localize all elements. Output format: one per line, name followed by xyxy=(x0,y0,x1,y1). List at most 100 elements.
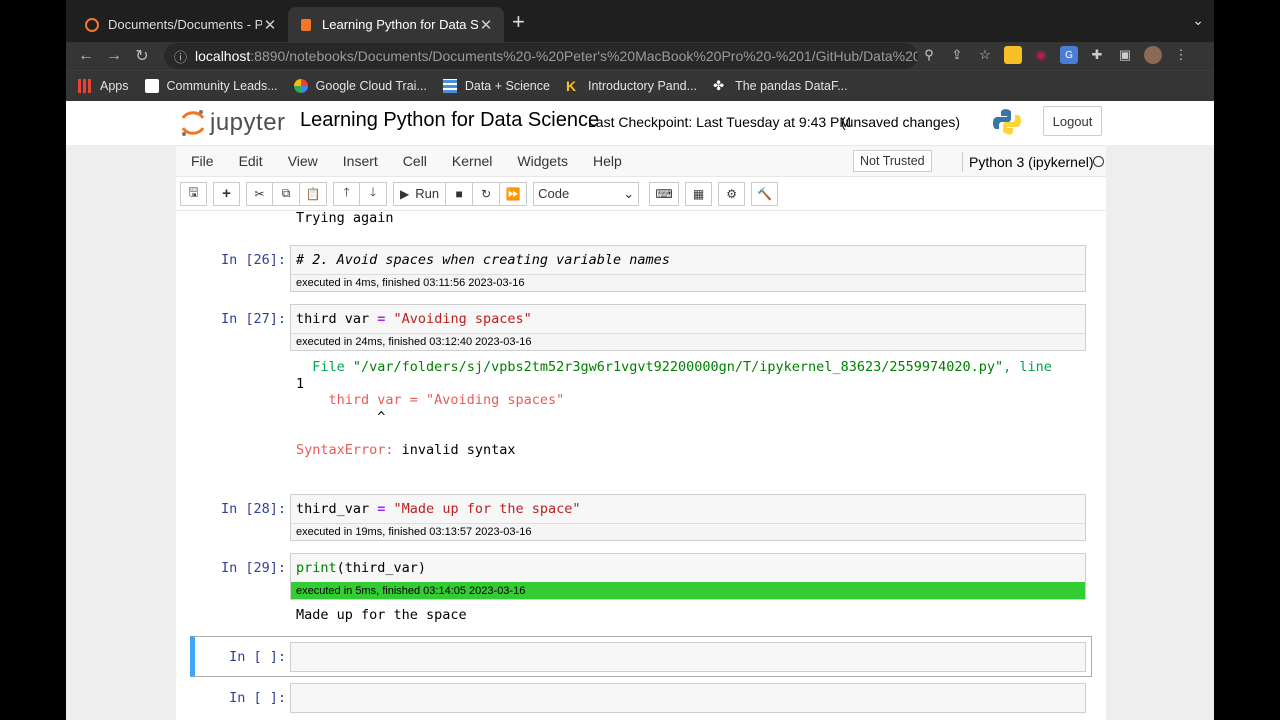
zoom-icon[interactable]: ⚲ xyxy=(920,46,938,64)
insert-cell-icon[interactable]: + xyxy=(213,181,240,206)
tab-search-icon[interactable]: ⌄ xyxy=(1192,12,1204,29)
forward-icon[interactable]: → xyxy=(100,47,128,65)
input-prompt: In [29]: xyxy=(220,560,286,576)
menu-view[interactable]: View xyxy=(288,153,318,169)
bookmark-label: The pandas DataF... xyxy=(735,79,848,93)
traceback-line-number: 1 xyxy=(296,375,305,392)
bookmark-label: Introductory Pand... xyxy=(587,79,698,93)
more-menu-icon[interactable]: ⋮ xyxy=(1172,46,1190,64)
jupyter-logo[interactable]: jupyter xyxy=(180,108,286,138)
notebook-container: Trying again In [26]: # 2. Avoid spaces … xyxy=(176,211,1106,720)
calendar-icon[interactable]: ▦ xyxy=(685,181,713,206)
hammer-icon[interactable]: 🔨 xyxy=(751,181,779,206)
move-up-icon[interactable]: 🡑 xyxy=(333,181,360,206)
sidebar-icon[interactable]: ▣ xyxy=(1116,46,1134,64)
code-token: third_var xyxy=(296,501,378,517)
kernel-idle-icon xyxy=(1093,156,1104,167)
profile-avatar[interactable] xyxy=(1144,46,1162,64)
code-text[interactable]: third var = "Avoiding spaces" xyxy=(291,305,1085,333)
menu-insert[interactable]: Insert xyxy=(343,153,378,169)
jupyter-logo-text: jupyter xyxy=(210,109,286,136)
reload-icon[interactable]: ↻ xyxy=(128,46,156,66)
input-prompt: In [28]: xyxy=(220,501,286,517)
translate-icon[interactable]: G xyxy=(1060,46,1078,64)
code-cell-27[interactable]: third var = "Avoiding spaces" executed i… xyxy=(290,304,1086,351)
url-field[interactable]: ⓘ localhost:8890/notebooks/Documents/Doc… xyxy=(164,43,918,69)
notebook-toolbar: 🖫 + ✂ ⧉ 📋 🡑 🡓 ▶ Run ■ ↻ ⏩ Code ⌄ ⌨ ▦ ⚙ 🔨 xyxy=(176,177,1106,211)
menu-edit[interactable]: Edit xyxy=(239,153,263,169)
stop-icon[interactable]: ■ xyxy=(446,181,474,206)
tab-title: Documents/Documents - Peter xyxy=(108,17,262,32)
share-icon[interactable]: ⇪ xyxy=(948,46,966,64)
gear-icon[interactable]: ⚙ xyxy=(718,181,746,206)
cut-icon[interactable]: ✂ xyxy=(246,181,273,206)
code-token: "Made up for the space" xyxy=(385,501,581,517)
code-token: "Avoiding spaces" xyxy=(385,311,532,327)
error-name: SyntaxError: xyxy=(296,441,394,458)
menu-widgets[interactable]: Widgets xyxy=(517,153,568,169)
cell-type-select[interactable]: Code ⌄ xyxy=(533,181,640,206)
input-prompt: In [27]: xyxy=(220,311,286,327)
tab-notebook[interactable]: Learning Python for Data Scien ✕ xyxy=(288,7,504,42)
cell-type-value: Code xyxy=(538,186,570,201)
restart-icon[interactable]: ↻ xyxy=(473,181,501,206)
traceback-caret: ^ xyxy=(296,408,386,425)
code-cell-26[interactable]: # 2. Avoid spaces when creating variable… xyxy=(290,245,1086,292)
bookmark-label: Data + Science xyxy=(464,79,550,93)
error-message: invalid syntax xyxy=(393,441,516,458)
new-tab-button[interactable]: + xyxy=(512,10,525,34)
data-science-icon xyxy=(442,79,457,93)
code-text[interactable]: # 2. Avoid spaces when creating variable… xyxy=(291,246,1085,274)
bookmark-google-cloud[interactable]: Google Cloud Trai... xyxy=(293,79,427,93)
code-text[interactable]: print(third_var) xyxy=(291,554,1085,582)
bookmark-introductory[interactable]: K Introductory Pand... xyxy=(566,79,697,93)
code-cell-28[interactable]: third_var = "Made up for the space" exec… xyxy=(290,494,1086,541)
close-tab-icon[interactable]: ✕ xyxy=(478,16,494,34)
extensions-puzzle-icon[interactable]: ✚ xyxy=(1088,46,1106,64)
extension-keep-icon[interactable] xyxy=(1004,46,1022,64)
empty-code-cell[interactable] xyxy=(290,642,1086,672)
notebook-title[interactable]: Learning Python for Data Science xyxy=(300,109,599,132)
bookmark-community[interactable]: Community Leads... xyxy=(144,79,278,93)
run-button[interactable]: ▶ Run xyxy=(393,181,447,206)
tab-bar: Documents/Documents - Peter ✕ Learning P… xyxy=(66,0,1214,42)
back-icon[interactable]: ← xyxy=(72,47,100,65)
bookmark-apps[interactable]: Apps xyxy=(78,79,129,93)
tab-documents[interactable]: Documents/Documents - Peter ✕ xyxy=(74,7,288,42)
bookmark-data-science[interactable]: Data + Science xyxy=(442,79,550,93)
empty-code-cell[interactable] xyxy=(290,683,1086,713)
menu-cell[interactable]: Cell xyxy=(403,153,427,169)
menu-help[interactable]: Help xyxy=(593,153,622,169)
bookmark-label: Community Leads... xyxy=(166,79,278,93)
notebook-menubar: File Edit View Insert Cell Kernel Widget… xyxy=(176,145,1106,177)
input-prompt: In [ ]: xyxy=(229,649,286,665)
fast-forward-icon[interactable]: ⏩ xyxy=(500,181,528,206)
bookmark-label: Apps xyxy=(100,79,129,93)
tab-title: Learning Python for Data Scien xyxy=(322,17,478,32)
apps-grid-icon xyxy=(78,79,92,93)
menu-kernel[interactable]: Kernel xyxy=(452,153,492,169)
bookmarks-bar: Apps Community Leads... Google Cloud Tra… xyxy=(66,70,1214,101)
menu-file[interactable]: File xyxy=(191,153,214,169)
move-down-icon[interactable]: 🡓 xyxy=(360,181,387,206)
close-tab-icon[interactable]: ✕ xyxy=(262,16,278,34)
jupyter-orange-icon xyxy=(85,17,99,32)
traceback-file: File xyxy=(296,359,353,375)
jupyter-header: jupyter Learning Python for Data Science… xyxy=(66,101,1214,145)
star-icon[interactable]: ☆ xyxy=(976,46,994,64)
jupyter-page: jupyter Learning Python for Data Science… xyxy=(66,101,1214,720)
input-prompt: In [ ]: xyxy=(229,690,286,706)
bookmark-pandas[interactable]: ✤ The pandas DataF... xyxy=(713,79,848,94)
code-text[interactable]: third_var = "Made up for the space" xyxy=(291,495,1085,523)
traceback-line: , line xyxy=(1003,359,1052,375)
keyboard-icon[interactable]: ⌨ xyxy=(649,181,680,206)
paste-icon[interactable]: 📋 xyxy=(300,181,327,206)
code-token: print xyxy=(296,560,337,576)
code-cell-29[interactable]: print(third_var) executed in 5ms, finish… xyxy=(290,553,1086,600)
save-icon[interactable]: 🖫 xyxy=(180,181,207,206)
copy-icon[interactable]: ⧉ xyxy=(273,181,300,206)
info-icon[interactable]: ⓘ xyxy=(174,47,187,66)
trust-button[interactable]: Not Trusted xyxy=(853,150,932,172)
logout-button[interactable]: Logout xyxy=(1043,106,1102,136)
extension-record-icon[interactable]: ◉ xyxy=(1032,46,1050,64)
